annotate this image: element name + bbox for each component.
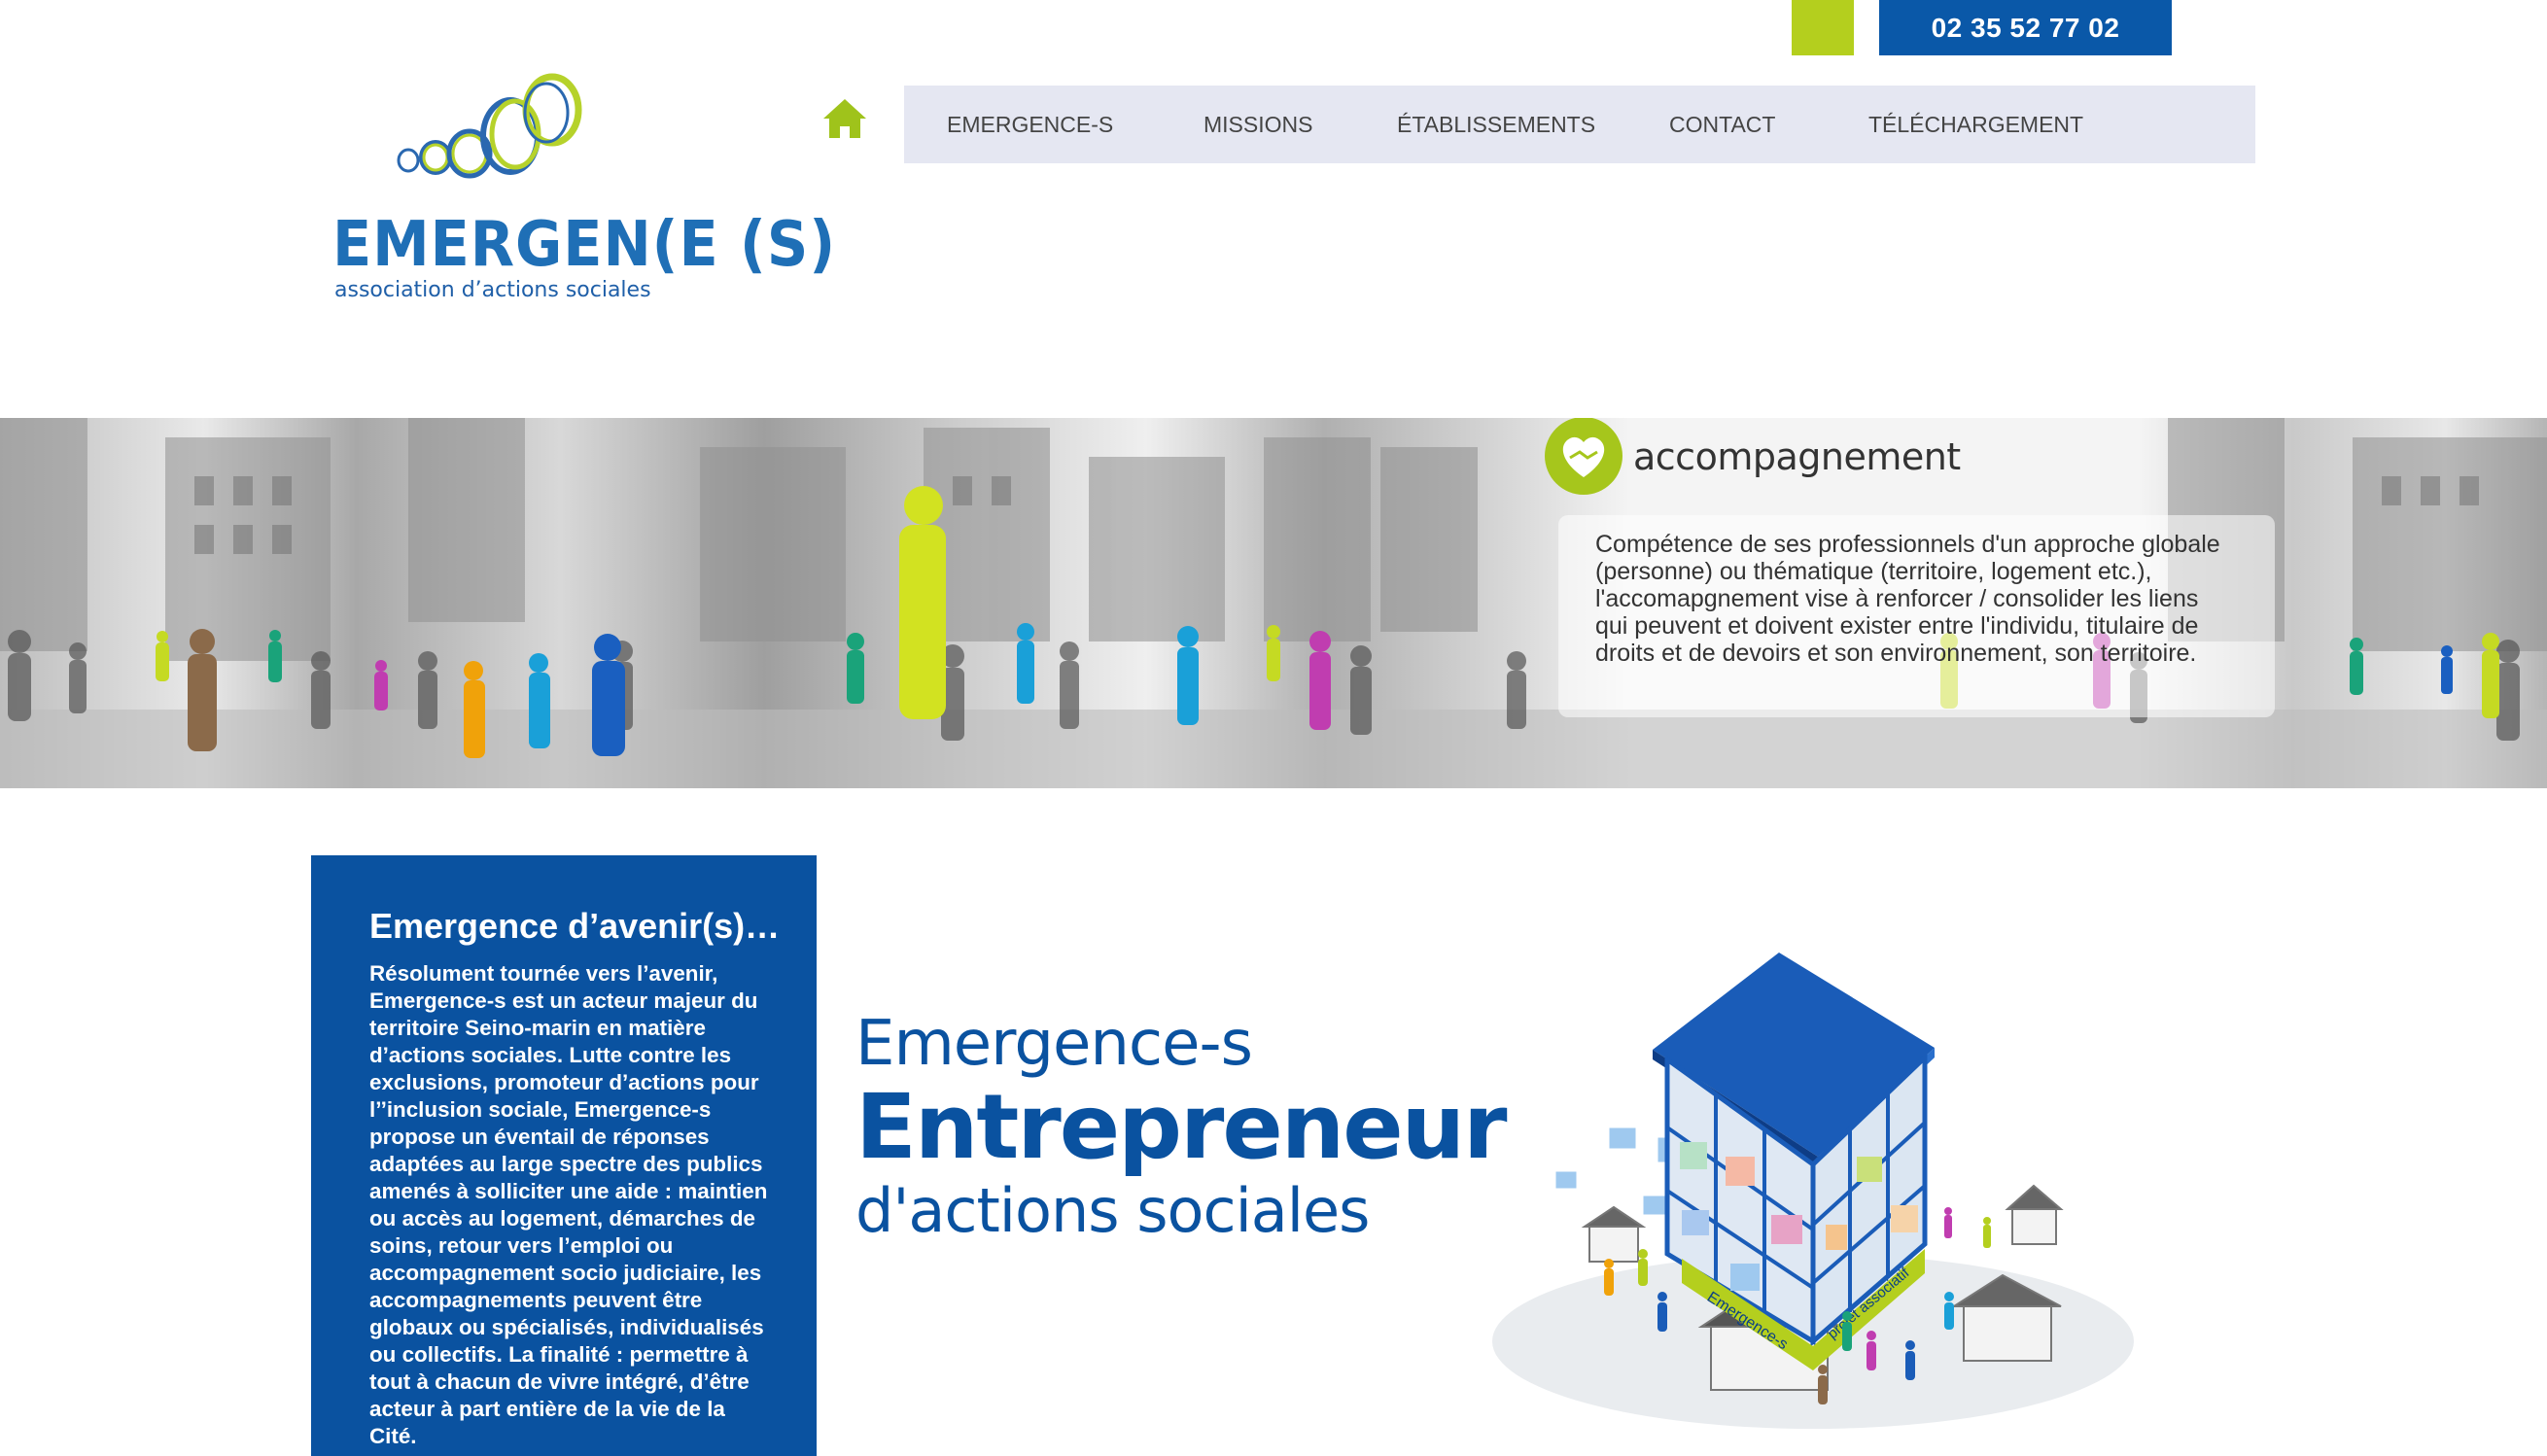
accent-box [1792,0,1854,55]
logo-wordmark: EMERGEN(E (S) [332,209,837,281]
slogan-line-1: Emergence-s [855,1008,1253,1080]
intro-title: Emergence d’avenir(s)… [369,906,781,946]
banner-description: Compétence de ses professionnels d'un ap… [1595,531,2220,667]
slogan-line-2: Entrepreneur [855,1075,1507,1179]
handshake-heart-icon [1541,418,1626,499]
main-nav: EMERGENCE-S MISSIONS ÉTABLISSEMENTS CONT… [904,86,2255,163]
intro-box: Emergence d’avenir(s)… Résolument tourné… [311,855,817,1456]
nav-item-telechargement[interactable]: TÉLÉCHARGEMENT [1868,86,2083,163]
logo-tagline: association d’actions sociales [334,278,651,302]
nav-item-emergence-s[interactable]: EMERGENCE-S [947,86,1113,163]
nav-item-etablissements[interactable]: ÉTABLISSEMENTS [1397,86,1595,163]
intro-text: Résolument tournée vers l’avenir, Emerge… [369,961,768,1448]
home-icon[interactable] [821,97,868,140]
slogan-line-3: d'actions sociales [855,1175,1370,1246]
slogan: Emergence-s Entrepreneur d'actions socia… [855,1008,1507,1246]
site-logo[interactable]: EMERGEN(E (S) association d’actions soci… [331,68,835,311]
banner-title: accompagnement [1633,435,1961,478]
house-illustration: Emergence-s projet associatif [1458,933,2168,1439]
hero-banner: accompagnement Compétence de ses profess… [0,418,2547,788]
logo-circles-icon [397,73,582,179]
nav-item-contact[interactable]: CONTACT [1669,86,1775,163]
nav-item-missions[interactable]: MISSIONS [1204,86,1312,163]
phone-number[interactable]: 02 35 52 77 02 [1879,0,2172,55]
